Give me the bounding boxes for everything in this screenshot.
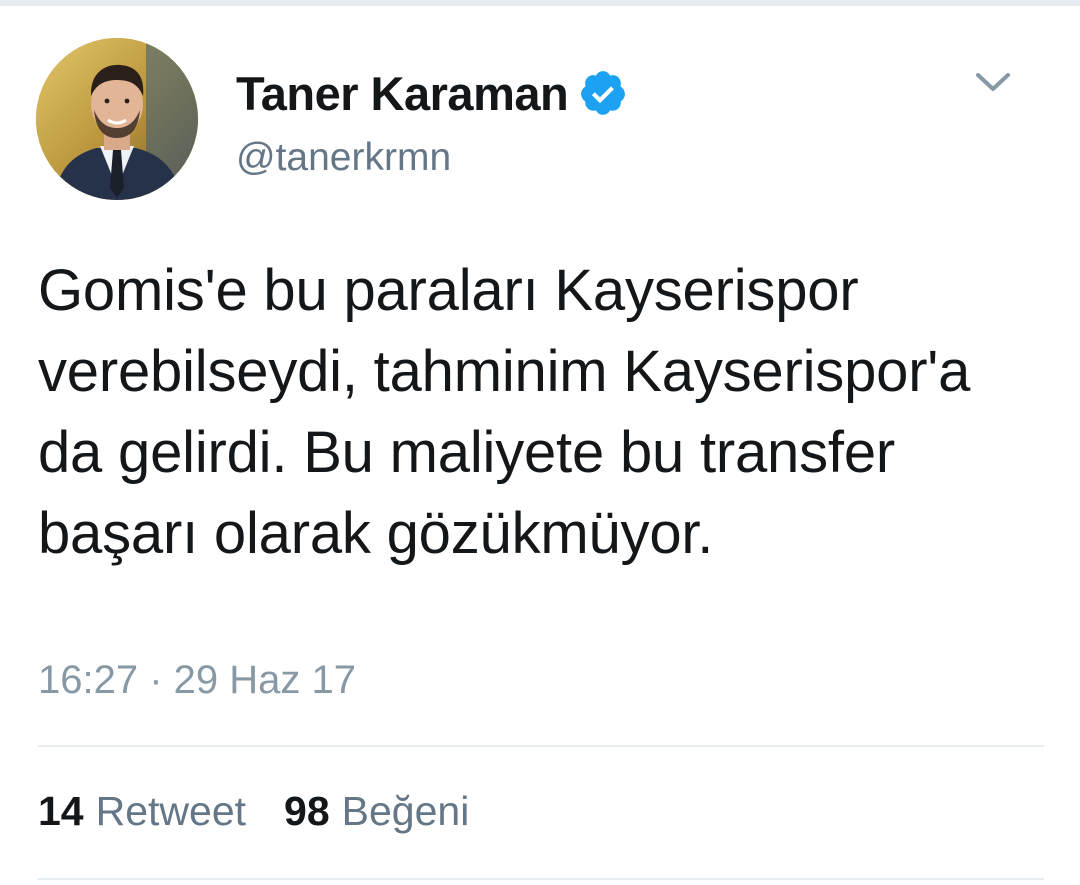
tweet-menu-button[interactable] — [970, 64, 1016, 100]
like-label: Beğeni — [341, 788, 470, 834]
divider — [38, 878, 1044, 880]
author-handle[interactable]: @tanerkrmn — [236, 136, 628, 180]
retweet-count: 14 — [38, 788, 84, 834]
like-stat[interactable]: 98 Beğeni — [284, 788, 469, 835]
tweet-timestamp[interactable]: 16:27 · 29 Haz 17 — [38, 658, 356, 703]
profile-photo-icon — [36, 38, 198, 200]
author-display-name[interactable]: Taner Karaman — [236, 66, 569, 121]
avatar[interactable] — [36, 38, 198, 200]
divider — [38, 745, 1044, 747]
tweet-text: Gomis'e bu paraları Kayserispor verebils… — [38, 258, 971, 566]
verified-badge-icon — [578, 68, 628, 118]
chevron-down-icon — [976, 73, 1010, 91]
tweet-stats: 14 Retweet 98 Beğeni — [38, 788, 469, 835]
retweet-stat[interactable]: 14 Retweet — [38, 788, 246, 835]
like-count: 98 — [284, 788, 330, 834]
retweet-label: Retweet — [95, 788, 247, 834]
top-divider — [0, 0, 1080, 6]
